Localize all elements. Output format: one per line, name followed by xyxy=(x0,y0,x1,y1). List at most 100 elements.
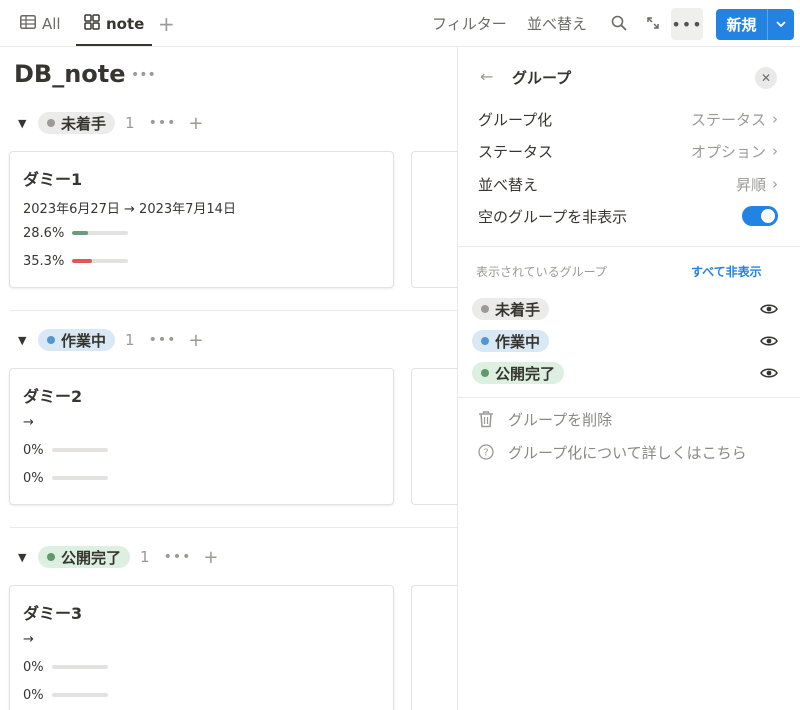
progress-text: 28.6% xyxy=(23,225,65,241)
board-icon xyxy=(84,14,100,34)
more-options-button[interactable]: ••• xyxy=(671,8,703,40)
eye-icon[interactable] xyxy=(760,303,778,315)
group-count: 1 xyxy=(140,548,150,566)
progress-text: 0% xyxy=(23,659,44,675)
progress-text: 35.3% xyxy=(23,253,65,269)
tab-note-label: note xyxy=(106,15,145,33)
plus-icon: + xyxy=(158,12,175,36)
progress-row: 0% xyxy=(23,442,108,458)
card-date: 2023年6月27日 → 2023年7月14日 xyxy=(23,202,236,217)
chevron-right-icon: › xyxy=(772,142,778,160)
page-title[interactable]: DB_note xyxy=(14,60,126,88)
group-more-icon[interactable]: ••• xyxy=(164,549,192,565)
group-by-row[interactable]: グループ化 ステータス › xyxy=(478,108,778,130)
group-more-icon[interactable]: ••• xyxy=(149,115,177,131)
eye-icon[interactable] xyxy=(760,335,778,347)
collapse-triangle-icon[interactable]: ▼ xyxy=(18,117,38,130)
group-header-1: ▼ 未着手 1 ••• + xyxy=(18,111,203,135)
collapse-triangle-icon[interactable]: ▼ xyxy=(18,551,38,564)
visible-group-item: 公開完了 xyxy=(472,361,778,385)
sort-button[interactable]: 並べ替え xyxy=(527,13,587,34)
svg-text:?: ? xyxy=(483,448,488,459)
card-title: ダミー2 xyxy=(23,387,83,406)
group-count: 1 xyxy=(125,114,135,132)
group-label: 未着手 xyxy=(61,114,107,133)
group-more-icon[interactable]: ••• xyxy=(149,332,177,348)
progress-row: 0% xyxy=(23,470,108,486)
filter-button[interactable]: フィルター xyxy=(432,13,507,34)
card-date: → xyxy=(23,415,34,430)
board-card[interactable]: ダミー1 2023年6月27日 → 2023年7月14日 28.6% 35.3% xyxy=(9,151,394,288)
add-card-icon[interactable]: + xyxy=(203,547,218,568)
card-title: ダミー1 xyxy=(23,170,83,189)
expand-button[interactable] xyxy=(642,12,664,34)
status-pill: 公開完了 xyxy=(38,546,131,568)
new-button[interactable]: 新規 xyxy=(716,9,794,40)
add-view-button[interactable]: + xyxy=(158,10,175,38)
progress-bar xyxy=(51,665,108,669)
progress-text: 0% xyxy=(23,470,44,486)
group-divider xyxy=(10,527,457,528)
tab-note[interactable]: note xyxy=(84,10,144,38)
status-dot xyxy=(481,305,489,313)
group-label: 公開完了 xyxy=(61,548,122,567)
status-dot xyxy=(47,336,55,344)
row-value: ステータス xyxy=(690,110,766,129)
progress-bar xyxy=(72,259,129,263)
card-title: ダミー3 xyxy=(23,604,83,623)
help-link[interactable]: ? グループ化について詳しくはこちら xyxy=(478,441,747,463)
status-pill: 未着手 xyxy=(472,298,550,320)
panel-title: グループ xyxy=(512,69,572,87)
collapse-triangle-icon[interactable]: ▼ xyxy=(18,334,38,347)
group-label: 作業中 xyxy=(61,331,107,350)
row-label: 並べ替え xyxy=(478,175,539,194)
tab-all[interactable]: All xyxy=(20,10,61,38)
panel-divider xyxy=(458,246,800,247)
board-card[interactable]: ダミー3 → 0% 0% xyxy=(9,585,394,710)
progress-bar xyxy=(51,448,108,452)
status-pill: 作業中 xyxy=(38,329,116,351)
back-arrow-icon[interactable]: ← xyxy=(480,67,493,86)
hide-empty-groups-row: 空のグループを非表示 xyxy=(478,205,778,227)
search-icon xyxy=(611,15,627,31)
status-pill: 未着手 xyxy=(38,112,116,134)
chevron-down-icon[interactable] xyxy=(768,21,794,28)
progress-row: 0% xyxy=(23,659,108,675)
row-label: グループ化 xyxy=(478,110,553,129)
group-header-2: ▼ 作業中 1 ••• + xyxy=(18,328,203,352)
delete-group-button[interactable]: グループを削除 xyxy=(478,408,612,430)
progress-bar xyxy=(51,476,108,480)
row-label: ステータス xyxy=(478,142,554,161)
panel-divider xyxy=(458,397,800,398)
visible-group-item: 作業中 xyxy=(472,329,778,353)
add-card-icon[interactable]: + xyxy=(188,113,203,134)
group-divider xyxy=(10,310,457,311)
status-dot xyxy=(481,369,489,377)
expand-icon xyxy=(647,17,659,29)
sort-row[interactable]: 並べ替え 昇順 › xyxy=(478,173,778,195)
row-value: 昇順 xyxy=(735,175,766,194)
add-card-icon[interactable]: + xyxy=(188,330,203,351)
new-button-label: 新規 xyxy=(726,16,757,34)
row-label: 空のグループを非表示 xyxy=(478,207,628,226)
ellipsis-icon: ••• xyxy=(671,14,703,34)
close-button[interactable]: ✕ xyxy=(755,67,777,89)
eye-icon[interactable] xyxy=(760,367,778,379)
board-card[interactable]: ダミー2 → 0% 0% xyxy=(9,368,394,505)
group-label: 未着手 xyxy=(495,300,541,319)
search-button[interactable] xyxy=(608,12,630,34)
tab-all-label: All xyxy=(42,15,61,33)
table-icon xyxy=(20,15,36,33)
group-count: 1 xyxy=(125,331,135,349)
progress-text: 0% xyxy=(23,442,44,458)
group-settings-panel: ← グループ ✕ グループ化 ステータス › ステータス オプション › 並べ替え … xyxy=(457,47,800,710)
visible-groups-heading: 表示されているグループ xyxy=(476,265,607,279)
help-icon: ? xyxy=(478,444,494,460)
progress-row: 35.3% xyxy=(23,253,129,269)
status-pill: 公開完了 xyxy=(472,362,565,384)
title-more-icon[interactable]: ••• xyxy=(131,67,156,83)
hide-empty-toggle[interactable] xyxy=(742,206,778,226)
status-row[interactable]: ステータス オプション › xyxy=(478,140,778,162)
progress-row: 0% xyxy=(23,687,108,703)
hide-all-button[interactable]: すべて非表示 xyxy=(691,263,762,280)
